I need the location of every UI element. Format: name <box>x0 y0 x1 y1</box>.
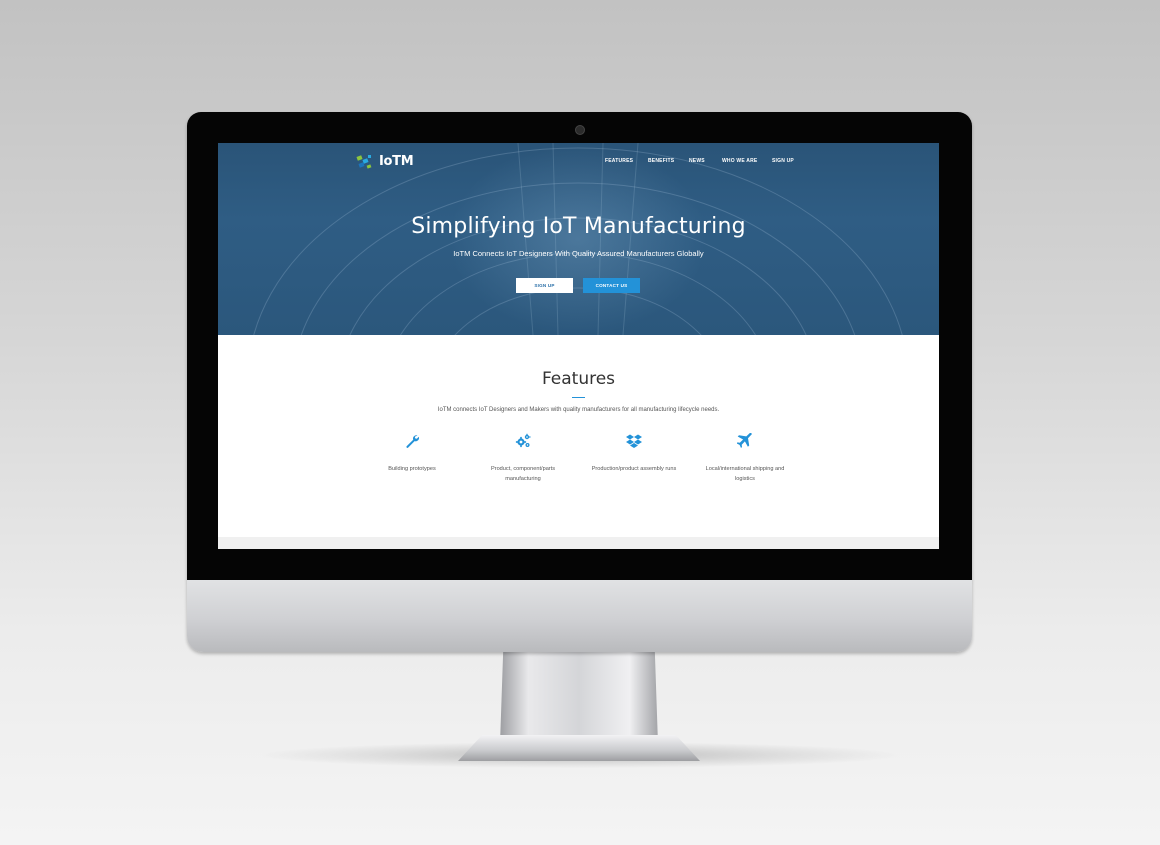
contact-us-button[interactable]: CONTACT US <box>583 278 640 293</box>
boxes-icon <box>626 434 642 448</box>
feature-item: Product, component/parts manufacturing <box>477 433 569 484</box>
feature-label: Product, component/parts manufacturing <box>490 466 556 482</box>
feature-label: Local/international shipping and logisti… <box>705 466 785 482</box>
feature-item: Building prototypes <box>366 433 458 475</box>
main-nav: FEATURES BENEFITS NEWS WHO WE ARE SIGN U… <box>218 158 939 168</box>
hero-title: Simplifying IoT Manufacturing <box>411 214 746 239</box>
next-section-edge <box>218 537 939 549</box>
airplane-icon <box>737 433 752 448</box>
gears-icon <box>515 433 531 448</box>
nav-item-sign-up[interactable]: SIGN UP <box>772 158 794 164</box>
monitor-stand-base <box>458 735 700 761</box>
nav-item-news[interactable]: NEWS <box>689 158 705 164</box>
monitor-chin <box>187 580 972 652</box>
sign-up-button[interactable]: SIGN UP <box>516 278 573 293</box>
nav-item-who-we-are[interactable]: WHO WE ARE <box>722 158 757 164</box>
nav-item-benefits[interactable]: BENEFITS <box>648 158 674 164</box>
features-divider <box>572 397 585 398</box>
monitor-stand-neck <box>500 652 658 744</box>
nav-item-features[interactable]: FEATURES <box>605 158 633 164</box>
wrench-icon <box>406 435 420 448</box>
features-description: IoTM connects IoT Designers and Makers w… <box>437 407 720 413</box>
feature-label: Building prototypes <box>388 466 436 472</box>
feature-item: Local/international shipping and logisti… <box>699 433 791 484</box>
feature-label: Production/product assembly runs <box>591 466 677 472</box>
feature-item: Production/product assembly runs <box>588 433 680 475</box>
features-heading: Features <box>541 369 616 389</box>
hero-section: IoTM FEATURES BENEFITS NEWS WHO WE ARE S… <box>218 143 939 335</box>
camera-icon <box>575 125 585 135</box>
hero-glow <box>448 143 708 335</box>
hero-subtitle: IoTM Connects IoT Designers With Quality… <box>453 249 704 258</box>
website-screen: IoTM FEATURES BENEFITS NEWS WHO WE ARE S… <box>218 143 939 549</box>
